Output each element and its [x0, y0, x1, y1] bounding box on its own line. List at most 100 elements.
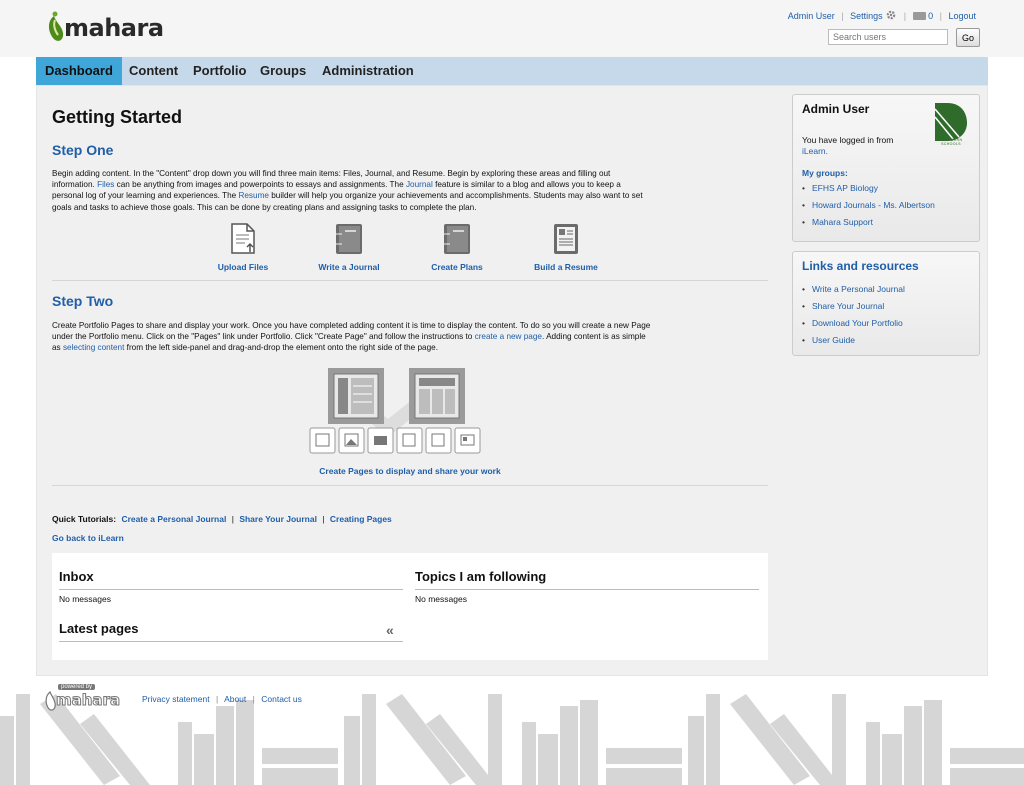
- about-link[interactable]: About: [224, 694, 246, 704]
- search-go-button[interactable]: Go: [956, 28, 980, 47]
- links-resources-sidebar: Links and resources Write a Personal Jou…: [792, 251, 980, 356]
- resource-item[interactable]: Share Your Journal: [802, 298, 905, 315]
- main-nav: Dashboard Content Portfolio Groups Admin…: [36, 57, 988, 85]
- search-users-input[interactable]: [828, 29, 948, 45]
- step-one-line-3: personal log of your learning and experi…: [52, 190, 772, 201]
- go-back-ilearn-link[interactable]: Go back to iLearn: [52, 533, 124, 543]
- text-span: as: [52, 343, 63, 353]
- create-pages-link[interactable]: Create Pages to display and share your w…: [300, 466, 520, 476]
- group-link[interactable]: Howard Journals - Ms. Albertson: [812, 200, 935, 210]
- step-two-text: Create Portfolio Pages to share and disp…: [52, 320, 772, 354]
- page-title: Getting Started: [52, 107, 183, 127]
- group-item[interactable]: EFHS AP Biology: [802, 180, 935, 197]
- quick-tutorials-label: Quick Tutorials:: [52, 514, 117, 524]
- step-two-line-1: Create Portfolio Pages to share and disp…: [52, 321, 651, 330]
- inbox-count[interactable]: 0: [928, 11, 933, 21]
- files-link[interactable]: Files: [97, 180, 114, 189]
- step-two-line-3: as selecting content from the left side-…: [52, 342, 772, 353]
- tab-administration[interactable]: Administration: [313, 57, 423, 85]
- file-upload-icon: [231, 223, 255, 254]
- contact-us-link[interactable]: Contact us: [261, 694, 302, 704]
- create-new-page-link[interactable]: create a new page: [475, 332, 542, 341]
- mahara-logo[interactable]: mahara: [44, 10, 164, 46]
- tab-content[interactable]: Content: [120, 57, 187, 85]
- links-list: Write a Personal Journal Share Your Jour…: [802, 281, 905, 349]
- step-one-heading: Step One: [52, 142, 114, 158]
- resource-link[interactable]: User Guide: [812, 335, 855, 345]
- separator: |: [252, 694, 255, 704]
- upload-files-label: Upload Files: [217, 262, 269, 272]
- text-span: . Adding content is as simple: [541, 332, 646, 342]
- bookshelf-decoration: [0, 694, 1024, 785]
- group-item[interactable]: Howard Journals - Ms. Albertson: [802, 197, 935, 214]
- plans-icon: [444, 224, 470, 254]
- resource-item[interactable]: Write a Personal Journal: [802, 281, 905, 298]
- build-resume-label: Build a Resume: [534, 262, 598, 272]
- settings-link[interactable]: Settings: [850, 11, 883, 21]
- step-one-text: Begin adding content. In the "Content" d…: [52, 168, 772, 213]
- ilearn-link[interactable]: iLearn.: [802, 146, 828, 156]
- selecting-content-link[interactable]: selecting content: [63, 343, 124, 352]
- login-text: You have logged in from: [802, 135, 894, 145]
- privacy-statement-link[interactable]: Privacy statement: [142, 694, 210, 704]
- divider: [52, 485, 768, 486]
- group-link[interactable]: Mahara Support: [812, 217, 873, 227]
- resource-item[interactable]: Download Your Portfolio: [802, 315, 905, 332]
- logout-link[interactable]: Logout: [948, 11, 976, 21]
- inbox-empty-text: No messages: [59, 594, 111, 604]
- footer: powered by mahara Privacy statement | Ab…: [0, 676, 1024, 785]
- journal-icon: [336, 224, 362, 254]
- tutorial-personal-journal[interactable]: Create a Personal Journal: [121, 514, 226, 524]
- text-span: from the left side-panel and drag-and-dr…: [124, 343, 438, 353]
- text-span: under the Portfolio menu. Click on the "…: [52, 332, 475, 342]
- text-span: builder will help you organize your achi…: [268, 191, 643, 201]
- topics-title: Topics I am following: [415, 569, 547, 584]
- separator: |: [215, 694, 219, 704]
- dashboard-panels: Inbox No messages Topics I am following …: [52, 553, 768, 660]
- footer-brand-text: mahara: [55, 691, 121, 710]
- step-one-line-2: information. Files can be anything from …: [52, 179, 772, 190]
- create-pages-illustration[interactable]: [308, 366, 484, 456]
- sidebar-user-title: Admin User: [802, 102, 870, 116]
- journal-link[interactable]: Journal: [406, 180, 433, 189]
- tab-portfolio[interactable]: Portfolio: [184, 57, 255, 85]
- divider: [415, 589, 759, 590]
- create-plans-label: Create Plans: [431, 262, 483, 272]
- links-resources-title: Links and resources: [802, 259, 919, 273]
- divider: [59, 641, 403, 642]
- create-plans-tool[interactable]: Create Plans: [420, 222, 494, 272]
- header: mahara Admin User | Settings | 0 | Logou…: [0, 0, 1024, 57]
- top-links: Admin User | Settings | 0 | Logout: [787, 9, 976, 23]
- user-link[interactable]: Admin User: [788, 11, 835, 21]
- text-span: feature is similar to a blog and allows …: [432, 180, 621, 190]
- login-info: You have logged in from iLearn.: [802, 135, 893, 157]
- separator: |: [322, 514, 325, 524]
- footer-links: Privacy statement | About | Contact us: [142, 694, 302, 704]
- inbox-icon[interactable]: [912, 12, 926, 20]
- text-span: personal log of your learning and experi…: [52, 191, 239, 201]
- write-journal-tool[interactable]: Write a Journal: [312, 222, 386, 272]
- text-span: can be anything from images and powerpoi…: [114, 180, 406, 190]
- tutorial-creating-pages[interactable]: Creating Pages: [330, 514, 392, 524]
- group-item[interactable]: Mahara Support: [802, 214, 935, 231]
- resume-link[interactable]: Resume: [238, 191, 269, 200]
- my-groups-label: My groups:: [802, 168, 848, 178]
- tab-groups[interactable]: Groups: [251, 57, 315, 85]
- resource-item[interactable]: User Guide: [802, 332, 905, 349]
- gear-icon[interactable]: [885, 9, 897, 23]
- resource-link[interactable]: Share Your Journal: [812, 301, 884, 311]
- inbox-title: Inbox: [59, 569, 94, 584]
- divider: [59, 589, 403, 590]
- resource-link[interactable]: Write a Personal Journal: [812, 284, 905, 294]
- group-link[interactable]: EFHS AP Biology: [812, 183, 878, 193]
- separator: |: [231, 514, 234, 524]
- step-two-line-2: under the Portfolio menu. Click on the "…: [52, 331, 772, 342]
- build-resume-tool[interactable]: Build a Resume: [526, 222, 606, 272]
- powered-by-mahara-logo[interactable]: powered by mahara: [44, 684, 128, 714]
- resource-link[interactable]: Download Your Portfolio: [812, 318, 903, 328]
- upload-files-tool[interactable]: Upload Files: [206, 222, 280, 272]
- tutorial-share-journal[interactable]: Share Your Journal: [239, 514, 317, 524]
- tab-dashboard[interactable]: Dashboard: [36, 57, 122, 85]
- groups-list: EFHS AP Biology Howard Journals - Ms. Al…: [802, 180, 935, 231]
- collapse-chevron-icon[interactable]: «: [386, 622, 394, 638]
